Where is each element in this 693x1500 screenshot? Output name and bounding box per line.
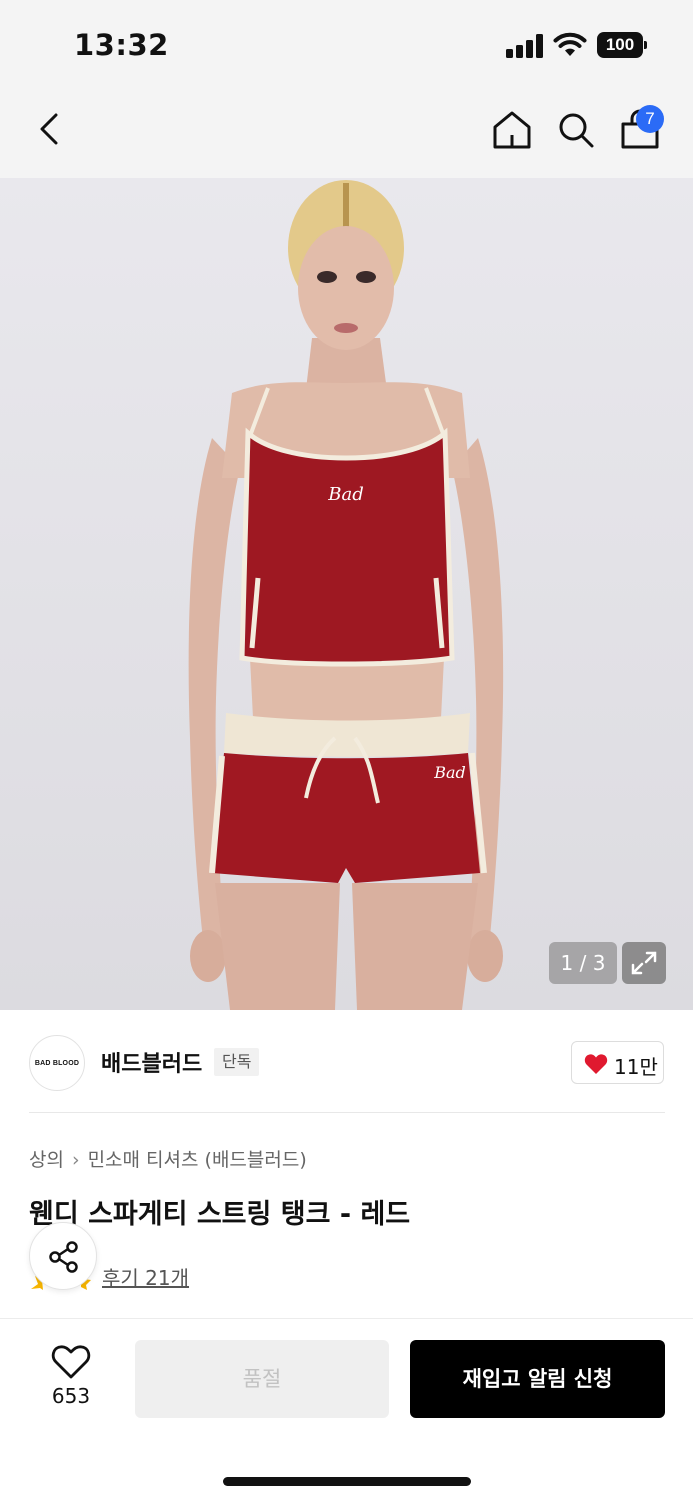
restock-alert-button[interactable]: 재입고 알림 신청 — [410, 1340, 665, 1418]
signal-icon — [506, 34, 544, 58]
brand-like-button[interactable]: 11만 — [571, 1041, 664, 1084]
heart-outline-icon — [51, 1345, 91, 1379]
product-title: 웬디 스파게티 스트링 탱크 - 레드 — [29, 1199, 411, 1230]
battery-level: 100 — [597, 32, 643, 58]
divider — [29, 1112, 665, 1113]
product-image[interactable]: Bad Bad — [0, 178, 693, 1010]
wishlist-button[interactable]: 653 — [36, 1344, 106, 1414]
expand-icon[interactable] — [622, 942, 666, 984]
share-icon — [49, 1241, 78, 1273]
status-bar: 13:32 100 — [0, 0, 693, 88]
breadcrumb-category[interactable]: 상의 — [29, 1149, 64, 1171]
breadcrumb: 상의 › 민소매 티셔츠 (배드블러드) — [29, 1145, 307, 1172]
heart-filled-icon — [584, 1054, 608, 1074]
image-counter: 1 / 3 — [549, 942, 617, 984]
soldout-button[interactable]: 품절 — [135, 1340, 389, 1418]
exclusive-badge: 단독 — [214, 1048, 260, 1076]
home-indicator — [223, 1477, 471, 1486]
status-time: 13:32 — [74, 28, 169, 62]
back-icon[interactable] — [28, 107, 72, 151]
product-photo: Bad Bad — [0, 178, 693, 1010]
cart-count-badge: 7 — [636, 105, 664, 133]
share-button[interactable] — [29, 1222, 97, 1290]
wishlist-count: 653 — [51, 1384, 91, 1408]
search-icon[interactable] — [554, 108, 598, 152]
shorts-logo: Bad — [433, 763, 466, 782]
battery-icon: 100 — [597, 32, 647, 58]
home-icon[interactable] — [490, 108, 534, 152]
brand-like-count: 11만 — [614, 1055, 658, 1079]
top-logo: Bad — [327, 484, 363, 505]
brand-name[interactable]: 배드블러드 — [101, 1046, 202, 1078]
review-count-link[interactable]: 후기 21개 — [102, 1262, 189, 1291]
wifi-icon — [553, 32, 587, 56]
chevron-right-icon: › — [71, 1149, 80, 1171]
breadcrumb-subcategory[interactable]: 민소매 티셔츠 (배드블러드) — [88, 1149, 307, 1171]
brand-logo[interactable]: BAD BLOOD — [29, 1035, 85, 1091]
